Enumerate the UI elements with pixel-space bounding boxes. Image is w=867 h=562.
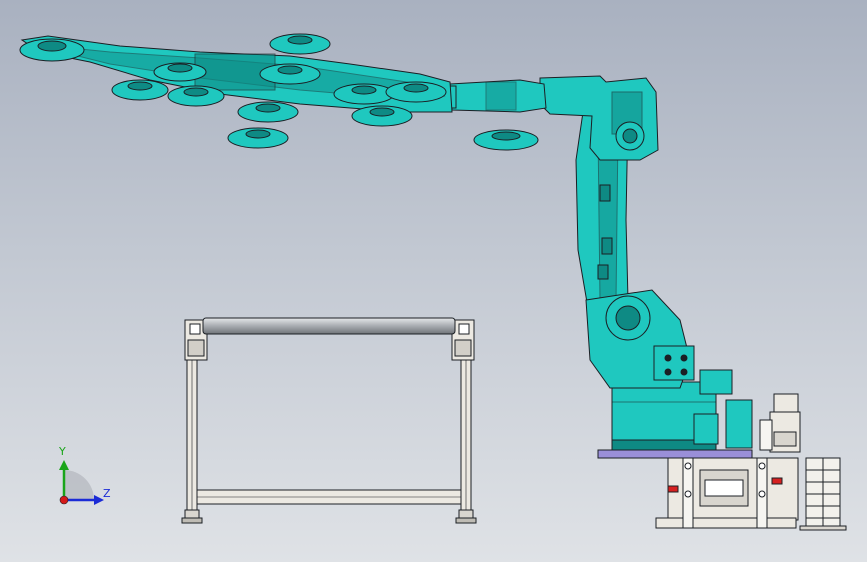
cable-chain[interactable] — [799, 457, 847, 531]
robot-base-skid[interactable] — [597, 449, 799, 529]
servo-motor[interactable] — [759, 393, 801, 453]
robot-upper-arm[interactable] — [539, 75, 659, 161]
coordinate-triad: Y Z — [58, 445, 111, 505]
z-axis-label: Z — [103, 487, 111, 500]
roller-tube[interactable] — [202, 317, 456, 335]
y-axis-label: Y — [58, 445, 66, 458]
cad-viewport[interactable]: Y Z — [0, 0, 867, 562]
robot-shoulder-joint[interactable] — [585, 289, 695, 389]
roller-table-frame[interactable] — [181, 319, 477, 524]
robot-wrist[interactable] — [443, 79, 547, 113]
x-axis-icon — [59, 495, 69, 505]
